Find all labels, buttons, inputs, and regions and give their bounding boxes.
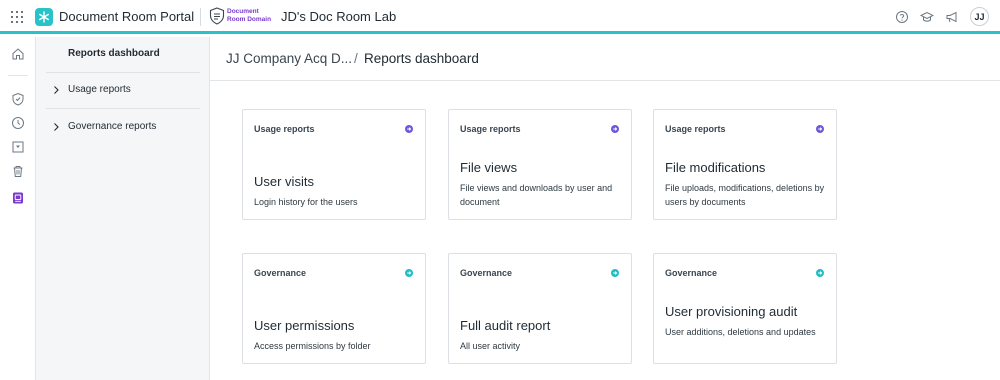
- report-card-file-modifications[interactable]: Usage reports File modifications File up…: [653, 109, 837, 220]
- snowflake-icon: [39, 11, 50, 23]
- sidebar-item-usage-reports[interactable]: Usage reports: [46, 80, 200, 102]
- sidebar-item-label: Usage reports: [68, 84, 131, 95]
- app-launcher-icon[interactable]: [11, 11, 23, 23]
- app-name: Document Room Portal: [59, 9, 195, 24]
- card-title: File modifications: [665, 160, 766, 175]
- card-category: Governance: [665, 268, 718, 278]
- report-card-full-audit-report[interactable]: Governance Full audit report All user ac…: [448, 253, 632, 364]
- card-description: All user activity: [460, 341, 521, 351]
- graduation-cap-icon[interactable]: [920, 10, 934, 24]
- app-logo[interactable]: [35, 8, 53, 26]
- domain-label-line1: Document: [227, 8, 259, 15]
- arrow-right-icon: [816, 269, 824, 277]
- arrow-right-icon: [611, 125, 619, 133]
- chevron-right-icon: [54, 86, 59, 94]
- domain-shield-icon: [209, 7, 225, 25]
- page-title: Reports dashboard: [364, 51, 479, 66]
- card-category: Governance: [254, 268, 307, 278]
- breadcrumb: JJ Company Acq D... / Reports dashboard: [210, 37, 1000, 81]
- shield-icon[interactable]: [11, 92, 25, 106]
- domain-label[interactable]: Document Room Domain: [227, 8, 271, 23]
- arrow-right-icon: [405, 125, 413, 133]
- sidebar-divider: [46, 108, 200, 109]
- clock-icon[interactable]: [11, 116, 25, 130]
- top-bar: Document Room Portal Document Room Domai…: [0, 0, 1000, 34]
- avatar[interactable]: JJ: [970, 7, 989, 26]
- help-icon[interactable]: [895, 10, 909, 24]
- card-title: User provisioning audit: [665, 304, 798, 319]
- report-card-user-visits[interactable]: Usage reports User visits Login history …: [242, 109, 426, 220]
- reports-sidebar: Reports dashboard Usage reports Governan…: [36, 37, 210, 380]
- trash-icon[interactable]: [11, 164, 25, 178]
- card-description: File uploads, modifications, deletions b…: [665, 183, 825, 207]
- card-category: Usage reports: [665, 124, 726, 134]
- card-category: Governance: [460, 268, 513, 278]
- arrow-right-icon: [405, 269, 413, 277]
- icon-rail: [0, 37, 36, 380]
- domain-label-line2: Room Domain: [227, 15, 272, 23]
- report-card-user-provisioning-audit[interactable]: Governance User provisioning audit User …: [653, 253, 837, 364]
- rail-divider: [8, 75, 28, 76]
- report-icon[interactable]: [11, 191, 25, 205]
- card-category: Usage reports: [460, 124, 521, 134]
- breadcrumb-separator: /: [354, 51, 358, 66]
- arrow-right-icon: [816, 125, 824, 133]
- card-description: Login history for the users: [254, 197, 358, 207]
- report-card-user-permissions[interactable]: Governance User permissions Access permi…: [242, 253, 426, 364]
- card-title: Full audit report: [460, 318, 551, 333]
- divider: [200, 8, 201, 26]
- sidebar-item-governance-reports[interactable]: Governance reports: [46, 117, 200, 139]
- card-title: User visits: [254, 174, 314, 189]
- report-card-file-views[interactable]: Usage reports File views File views and …: [448, 109, 632, 220]
- home-icon[interactable]: [11, 47, 25, 61]
- card-description: File views and downloads by user and doc…: [460, 183, 613, 207]
- breadcrumb-parent[interactable]: JJ Company Acq D...: [226, 51, 352, 66]
- card-title: User permissions: [254, 318, 355, 333]
- card-title: File views: [460, 160, 518, 175]
- card-category: Usage reports: [254, 124, 315, 134]
- card-description: User additions, deletions and updates: [665, 327, 816, 337]
- sidebar-item-label: Governance reports: [68, 121, 157, 132]
- card-description: Access permissions by folder: [254, 341, 371, 351]
- arrow-right-icon: [611, 269, 619, 277]
- chevron-right-icon: [54, 123, 59, 131]
- sidebar-title[interactable]: Reports dashboard: [68, 48, 160, 59]
- sidebar-divider: [46, 72, 200, 73]
- workspace-name[interactable]: JD's Doc Room Lab: [281, 9, 396, 24]
- inbox-download-icon[interactable]: [11, 140, 25, 154]
- megaphone-icon[interactable]: [945, 10, 959, 24]
